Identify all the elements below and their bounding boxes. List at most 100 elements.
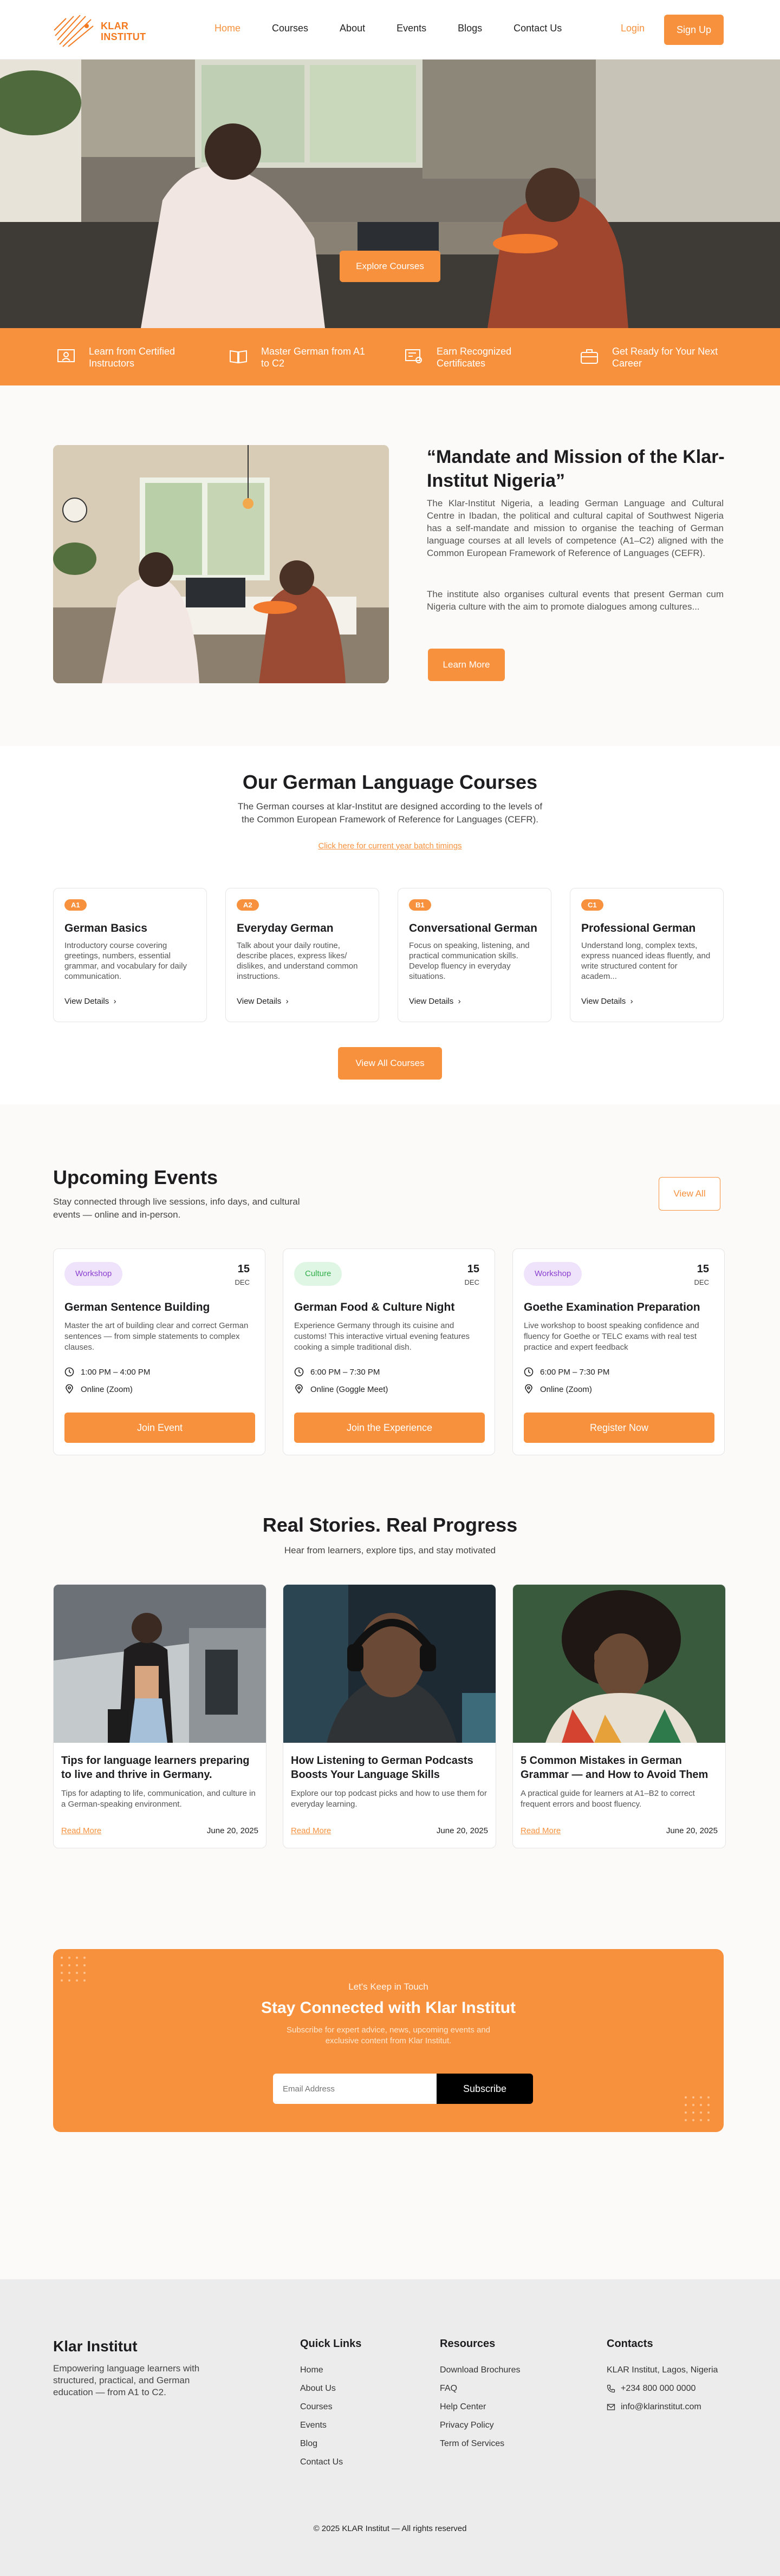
footer-link-privacy[interactable]: Privacy Policy [440, 2416, 521, 2435]
story-date: June 20, 2025 [436, 1826, 488, 1835]
event-card: Workshop 15 DEC German Sentence Building… [53, 1248, 265, 1455]
clock-icon [294, 1367, 304, 1377]
read-more-link[interactable]: Read More [521, 1826, 561, 1835]
course-name: Everyday German [237, 922, 334, 934]
stories-title: Real Stories. Real Progress [262, 1514, 518, 1536]
view-details-link[interactable]: View Details › [581, 997, 633, 1006]
story-date: June 20, 2025 [666, 1826, 718, 1835]
footer-link-about[interactable]: About Us [300, 2379, 361, 2398]
course-name: Professional German [581, 922, 696, 934]
footer-link-events[interactable]: Events [300, 2416, 361, 2435]
footer-link-contact[interactable]: Contact Us [300, 2453, 361, 2472]
event-card: Workshop 15 DEC Goethe Examination Prepa… [512, 1248, 725, 1455]
event-month: DEC [464, 1278, 479, 1286]
story-card[interactable]: 5 Common Mistakes in German Grammar — an… [512, 1584, 726, 1848]
explore-courses-button[interactable]: Explore Courses [340, 251, 440, 282]
event-location-text: Online (Zoom) [540, 1384, 592, 1394]
footer-link-home[interactable]: Home [300, 2361, 361, 2379]
course-description: Talk about your daily routine, describe … [237, 941, 358, 981]
resources-column: Resources Download Brochures FAQ Help Ce… [440, 2338, 521, 2453]
view-all-events-button[interactable]: View All [659, 1177, 720, 1211]
view-all-courses-button[interactable]: View All Courses [338, 1047, 442, 1080]
logo[interactable]: KLAR INSTITUT [53, 12, 161, 48]
footer-link-help[interactable]: Help Center [440, 2398, 521, 2416]
event-time-text: 6:00 PM – 7:30 PM [310, 1367, 380, 1377]
story-photo [283, 1585, 496, 1743]
course-card[interactable]: A1 German Basics Introductory course cov… [53, 888, 207, 1022]
email-input[interactable] [273, 2074, 437, 2104]
events-subtitle: Stay connected through live sessions, in… [53, 1197, 300, 1220]
contacts-heading: Contacts [607, 2338, 653, 2350]
hero-banner: Explore Courses [0, 60, 780, 328]
footer-link-brochures[interactable]: Download Brochures [440, 2361, 521, 2379]
footer-brand: Klar Institut [53, 2338, 138, 2355]
read-more-link[interactable]: Read More [61, 1826, 101, 1835]
feature-item: Master German from A1 to C2 [229, 345, 369, 369]
footer-link-terms[interactable]: Term of Services [440, 2435, 521, 2453]
event-description: Live workshop to boost speaking confiden… [524, 1321, 699, 1352]
nav-link-home[interactable]: Home [214, 23, 240, 34]
mission-paragraph-1: The Klar-Institut Nigeria, a leading Ger… [427, 498, 724, 558]
nav-link-courses[interactable]: Courses [272, 23, 308, 34]
nav-link-events[interactable]: Events [396, 23, 426, 34]
nav-link-blogs[interactable]: Blogs [458, 23, 482, 34]
nav-link-contact[interactable]: Contact Us [514, 23, 562, 34]
contacts-column: Contacts KLAR Institut, Lagos, Nigeria +… [607, 2338, 718, 2416]
logo-line-2: INSTITUT [101, 31, 146, 42]
batch-timings-link[interactable]: Click here for current year batch timing… [0, 841, 780, 851]
story-card[interactable]: Tips for language learners preparing to … [53, 1584, 266, 1848]
location-pin-icon [66, 1384, 73, 1394]
footer: Klar Institut Empowering language learne… [0, 2279, 780, 2576]
view-details-link[interactable]: View Details › [409, 997, 461, 1006]
story-photo [513, 1585, 725, 1743]
join-experience-button[interactable]: Join the Experience [294, 1413, 485, 1443]
subscribe-button[interactable]: Subscribe [437, 2074, 533, 2104]
event-day: 15 [467, 1263, 479, 1275]
login-link[interactable]: Login [621, 23, 645, 34]
chevron-right-icon: › [456, 997, 461, 1006]
courses-subtitle: The German courses at klar-Institut are … [237, 801, 543, 825]
nav-link-about[interactable]: About [340, 23, 365, 34]
join-event-button[interactable]: Join Event [64, 1413, 255, 1443]
story-title: Tips for language learners preparing to … [61, 1755, 250, 1781]
event-day: 15 [697, 1263, 709, 1275]
newsletter-title: Stay Connected with Klar Institut [261, 1999, 516, 2017]
event-location-text: Online (Zoom) [81, 1384, 133, 1394]
course-card[interactable]: C1 Professional German Understand long, … [570, 888, 724, 1022]
open-book-icon [230, 350, 247, 364]
course-card[interactable]: B1 Conversational German Focus on speaki… [398, 888, 551, 1022]
register-now-button[interactable]: Register Now [524, 1413, 714, 1443]
read-more-link[interactable]: Read More [291, 1826, 331, 1835]
clock-icon [64, 1367, 74, 1377]
story-description: Tips for adapting to life, communication… [61, 1789, 256, 1809]
story-card[interactable]: How Listening to German Podcasts Boosts … [283, 1584, 496, 1848]
learn-more-button[interactable]: Learn More [428, 649, 505, 681]
chevron-right-icon: › [628, 997, 633, 1006]
copyright: © 2025 KLAR Institut — All rights reserv… [313, 2524, 467, 2533]
level-badge: B1 [409, 899, 431, 911]
contact-email[interactable]: info@klarinstitut.com [607, 2398, 718, 2416]
view-details-link[interactable]: View Details › [237, 997, 289, 1006]
level-badge: A1 [64, 899, 87, 911]
footer-link-blog[interactable]: Blog [300, 2435, 361, 2453]
contact-phone[interactable]: +234 800 000 0000 [607, 2379, 718, 2398]
event-month: DEC [694, 1278, 709, 1286]
footer-link-faq[interactable]: FAQ [440, 2379, 521, 2398]
signup-button[interactable]: Sign Up [664, 15, 724, 45]
course-card[interactable]: A2 Everyday German Talk about your daily… [225, 888, 379, 1022]
view-details-link[interactable]: View Details › [64, 997, 116, 1006]
phone-icon [607, 2384, 615, 2393]
event-time-text: 6:00 PM – 7:30 PM [540, 1367, 610, 1377]
newsletter-panel: Let's Keep in Touch Stay Connected with … [53, 1949, 724, 2132]
mission-paragraph-2: The institute also organises cultural ev… [427, 589, 724, 612]
stories-subtitle: Hear from learners, explore tips, and st… [284, 1545, 496, 1555]
feature-text: Get Ready for Your Next Career [612, 346, 718, 369]
quick-links-column: Quick Links Home About Us Courses Events… [300, 2338, 361, 2472]
footer-link-courses[interactable]: Courses [300, 2398, 361, 2416]
feature-text: Learn from Certified Instructors [89, 346, 176, 369]
event-tag: Workshop [64, 1262, 123, 1286]
course-name: German Basics [64, 922, 147, 934]
contact-address: KLAR Institut, Lagos, Nigeria [607, 2365, 718, 2375]
contact-phone-text: +234 800 000 0000 [621, 2384, 696, 2393]
view-details-label: View Details [581, 997, 626, 1006]
